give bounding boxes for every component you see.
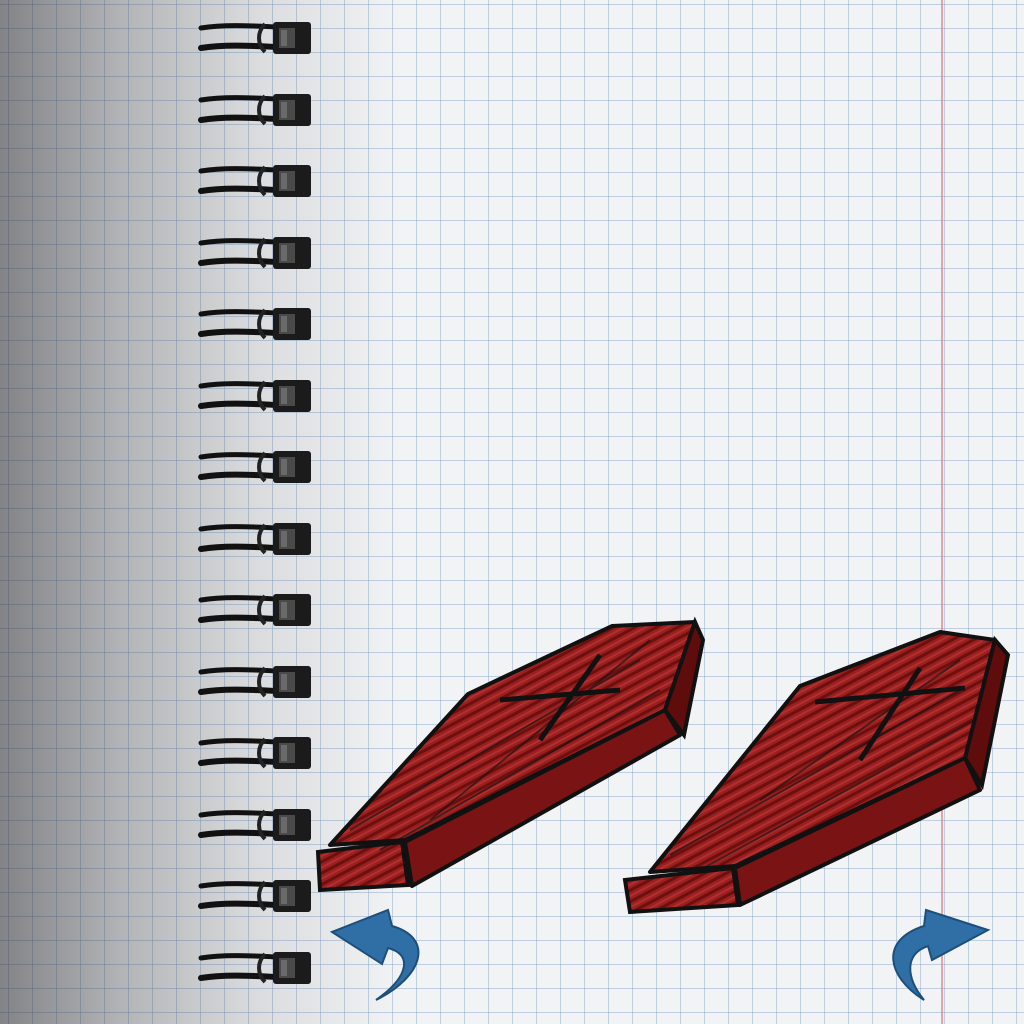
- back-arrow-shape: [329, 908, 420, 1001]
- notebook-page: [0, 0, 1024, 1024]
- back-button[interactable]: [326, 896, 436, 1006]
- sketch-layer: [315, 616, 1011, 915]
- next-button[interactable]: [884, 896, 994, 1006]
- coffin-left: [315, 616, 706, 893]
- curved-arrow-right-icon: [892, 908, 991, 1001]
- next-arrow-shape: [892, 908, 991, 1001]
- curved-arrow-left-icon: [329, 908, 420, 1001]
